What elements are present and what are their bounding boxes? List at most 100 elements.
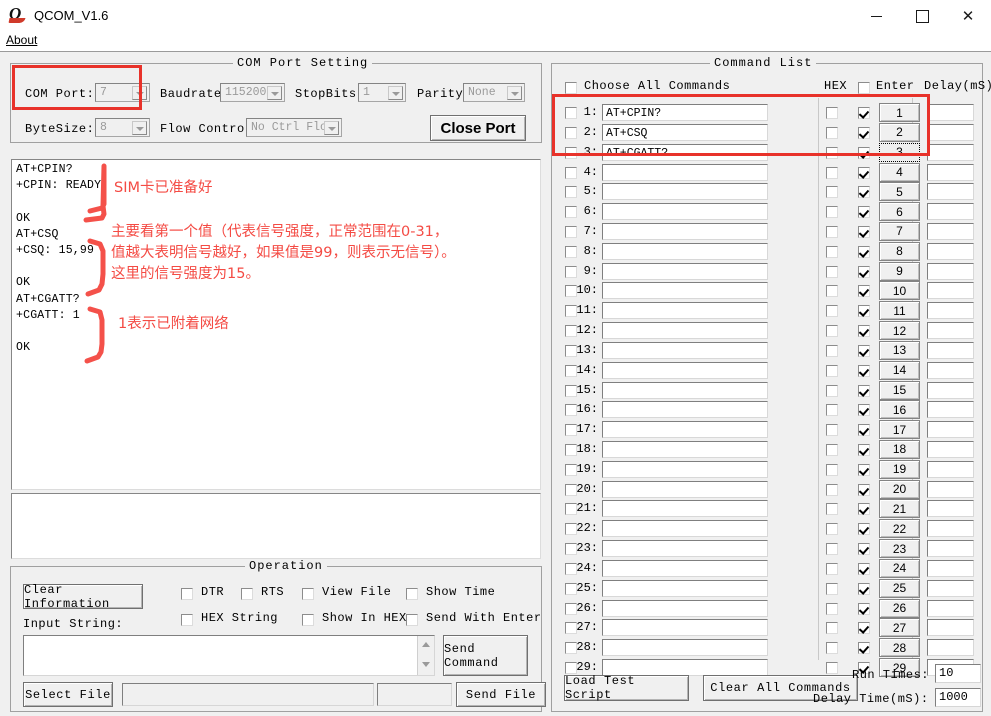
checkbox-show-in-hex[interactable] xyxy=(302,614,314,626)
command-enter-checkbox[interactable] xyxy=(858,266,870,278)
command-input[interactable] xyxy=(602,421,768,438)
command-send-button[interactable]: 9 xyxy=(879,262,920,281)
delay-time-field[interactable]: 1000 xyxy=(935,688,981,707)
command-delay-input[interactable] xyxy=(927,263,974,280)
maximize-button[interactable] xyxy=(899,0,945,33)
command-delay-input[interactable] xyxy=(927,164,974,181)
command-input[interactable] xyxy=(602,580,768,597)
command-delay-input[interactable] xyxy=(927,183,974,200)
command-input[interactable] xyxy=(602,382,768,399)
command-input[interactable]: AT+CPIN? xyxy=(602,104,768,121)
command-hex-checkbox[interactable] xyxy=(826,385,838,397)
command-hex-checkbox[interactable] xyxy=(826,325,838,337)
command-send-button[interactable]: 1 xyxy=(879,103,920,122)
command-input[interactable]: AT+CGATT? xyxy=(602,144,768,161)
command-send-button[interactable]: 22 xyxy=(879,519,920,538)
command-hex-checkbox[interactable] xyxy=(826,404,838,416)
command-delay-input[interactable] xyxy=(927,382,974,399)
command-delay-input[interactable] xyxy=(927,223,974,240)
command-input[interactable] xyxy=(602,203,768,220)
select-file-button[interactable]: Select File xyxy=(23,682,113,707)
command-hex-checkbox[interactable] xyxy=(826,444,838,456)
command-delay-input[interactable] xyxy=(927,144,974,161)
command-hex-checkbox[interactable] xyxy=(826,424,838,436)
send-command-button[interactable]: Send Command xyxy=(443,635,528,676)
command-hex-checkbox[interactable] xyxy=(826,107,838,119)
command-input[interactable] xyxy=(602,282,768,299)
command-enter-checkbox[interactable] xyxy=(858,246,870,258)
command-send-button[interactable]: 27 xyxy=(879,618,920,637)
command-send-button[interactable]: 2 xyxy=(879,123,920,142)
command-hex-checkbox[interactable] xyxy=(826,226,838,238)
command-hex-checkbox[interactable] xyxy=(826,167,838,179)
command-delay-input[interactable] xyxy=(927,520,974,537)
command-enter-checkbox[interactable] xyxy=(858,127,870,139)
command-delay-input[interactable] xyxy=(927,362,974,379)
command-delay-input[interactable] xyxy=(927,560,974,577)
command-input[interactable] xyxy=(602,401,768,418)
command-delay-input[interactable] xyxy=(927,243,974,260)
command-enter-checkbox[interactable] xyxy=(858,206,870,218)
file-extra-field[interactable] xyxy=(377,683,452,706)
command-send-button[interactable]: 8 xyxy=(879,242,920,261)
choose-all-commands-checkbox[interactable] xyxy=(565,82,577,94)
command-input[interactable] xyxy=(602,560,768,577)
command-input[interactable] xyxy=(602,600,768,617)
command-input[interactable] xyxy=(602,500,768,517)
command-send-button[interactable]: 15 xyxy=(879,381,920,400)
command-enter-checkbox[interactable] xyxy=(858,583,870,595)
command-input[interactable] xyxy=(602,639,768,656)
command-hex-checkbox[interactable] xyxy=(826,206,838,218)
command-send-button[interactable]: 7 xyxy=(879,222,920,241)
command-hex-checkbox[interactable] xyxy=(826,583,838,595)
command-enter-checkbox[interactable] xyxy=(858,305,870,317)
command-enter-checkbox[interactable] xyxy=(858,484,870,496)
command-delay-input[interactable] xyxy=(927,124,974,141)
command-enter-checkbox[interactable] xyxy=(858,345,870,357)
command-enter-checkbox[interactable] xyxy=(858,404,870,416)
command-enter-checkbox[interactable] xyxy=(858,464,870,476)
run-times-field[interactable]: 10 xyxy=(935,664,981,683)
command-send-button[interactable]: 23 xyxy=(879,539,920,558)
command-delay-input[interactable] xyxy=(927,421,974,438)
command-input[interactable] xyxy=(602,441,768,458)
command-hex-checkbox[interactable] xyxy=(826,305,838,317)
input-string-scrollbar[interactable] xyxy=(417,636,434,675)
command-enter-checkbox[interactable] xyxy=(858,285,870,297)
minimize-button[interactable] xyxy=(853,0,899,33)
command-delay-input[interactable] xyxy=(927,619,974,636)
command-send-button[interactable]: 25 xyxy=(879,579,920,598)
stopbits-select[interactable]: 1 xyxy=(358,83,406,102)
close-button[interactable]: ✕ xyxy=(945,0,991,33)
command-delay-input[interactable] xyxy=(927,481,974,498)
command-input[interactable] xyxy=(602,322,768,339)
menu-item-about[interactable]: About xyxy=(6,33,37,47)
command-send-button[interactable]: 18 xyxy=(879,440,920,459)
command-delay-input[interactable] xyxy=(927,540,974,557)
command-send-button[interactable]: 20 xyxy=(879,480,920,499)
command-delay-input[interactable] xyxy=(927,500,974,517)
command-send-button[interactable]: 14 xyxy=(879,361,920,380)
checkbox-show-time[interactable] xyxy=(406,588,418,600)
command-send-button[interactable]: 26 xyxy=(879,599,920,618)
command-delay-input[interactable] xyxy=(927,461,974,478)
bytesize-select[interactable]: 8 xyxy=(95,118,150,137)
command-delay-input[interactable] xyxy=(927,203,974,220)
command-enter-checkbox[interactable] xyxy=(858,226,870,238)
command-hex-checkbox[interactable] xyxy=(826,186,838,198)
command-enter-checkbox[interactable] xyxy=(858,603,870,615)
command-enter-checkbox[interactable] xyxy=(858,325,870,337)
command-hex-checkbox[interactable] xyxy=(826,127,838,139)
command-hex-checkbox[interactable] xyxy=(826,246,838,258)
close-port-button[interactable]: Close Port xyxy=(430,115,526,141)
command-input[interactable] xyxy=(602,223,768,240)
command-enter-checkbox[interactable] xyxy=(858,186,870,198)
command-input[interactable] xyxy=(602,164,768,181)
command-send-button[interactable]: 16 xyxy=(879,400,920,419)
command-hex-checkbox[interactable] xyxy=(826,464,838,476)
command-enter-checkbox[interactable] xyxy=(858,543,870,555)
input-string-field[interactable] xyxy=(23,635,435,676)
command-input[interactable] xyxy=(602,183,768,200)
command-delay-input[interactable] xyxy=(927,342,974,359)
checkbox-hex-string[interactable] xyxy=(181,614,193,626)
